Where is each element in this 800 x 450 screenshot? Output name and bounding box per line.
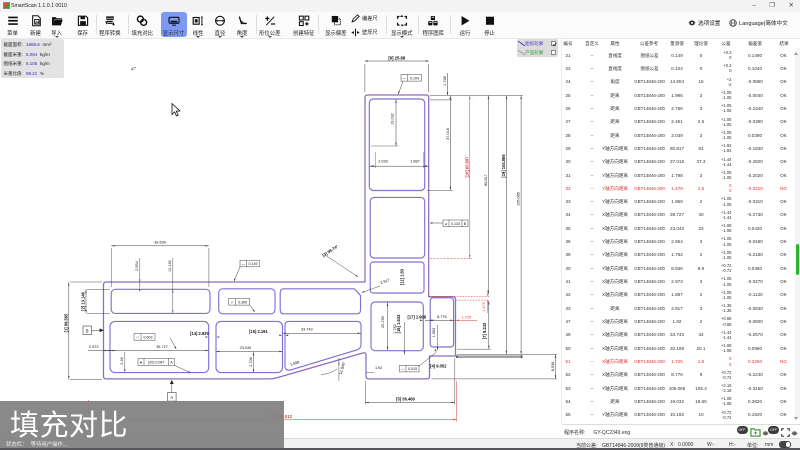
svg-text:—: — bbox=[241, 262, 245, 266]
svg-text:8.936: 8.936 bbox=[551, 362, 555, 372]
svg-text:[3] 99.74°: [3] 99.74° bbox=[321, 244, 339, 258]
svg-text:—: — bbox=[402, 76, 406, 80]
svg-text:1.598: 1.598 bbox=[290, 360, 300, 367]
svg-text:1.479: 1.479 bbox=[482, 302, 486, 312]
svg-text:0.306: 0.306 bbox=[238, 300, 247, 304]
svg-text:[4] 9.052: [4] 9.052 bbox=[430, 364, 447, 369]
svg-text:1.798: 1.798 bbox=[443, 76, 447, 86]
svg-text:[5] 36.469: [5] 36.469 bbox=[396, 396, 415, 401]
svg-text:2.039: 2.039 bbox=[378, 159, 388, 163]
svg-text:[19] 104.866: [19] 104.866 bbox=[501, 154, 506, 178]
svg-text:0.149: 0.149 bbox=[249, 262, 258, 266]
svg-text:1.963: 1.963 bbox=[432, 328, 436, 338]
svg-text:33.743: 33.743 bbox=[301, 328, 313, 332]
svg-text:2.706: 2.706 bbox=[249, 357, 253, 367]
svg-text:0.104: 0.104 bbox=[410, 76, 419, 80]
svg-text:1.887: 1.887 bbox=[410, 159, 420, 163]
svg-text:20.199: 20.199 bbox=[381, 316, 385, 328]
svg-text:80.817: 80.817 bbox=[484, 174, 488, 186]
svg-text:—: — bbox=[401, 367, 405, 371]
svg-text:[17] 1.908: [17] 1.908 bbox=[407, 314, 426, 319]
svg-text:14.906°: 14.906° bbox=[339, 361, 346, 375]
svg-text:[15] 2.191: [15] 2.191 bbox=[249, 329, 268, 334]
svg-text:1.782: 1.782 bbox=[393, 324, 397, 334]
svg-text:1.725: 1.725 bbox=[462, 315, 472, 319]
svg-text:105.085: 105.085 bbox=[517, 192, 521, 206]
svg-text:8.776: 8.776 bbox=[437, 315, 447, 319]
svg-text:19.032: 19.032 bbox=[391, 113, 395, 125]
svg-text:[18] 65.697: [18] 65.697 bbox=[464, 156, 469, 178]
svg-text:0.015: 0.015 bbox=[408, 367, 417, 371]
svg-text:2.917: 2.917 bbox=[380, 278, 390, 285]
svg-text:[7] 9.243: [7] 9.243 bbox=[482, 322, 487, 339]
svg-text:37.018: 37.018 bbox=[446, 128, 450, 140]
svg-text:0.133: 0.133 bbox=[451, 222, 460, 226]
svg-text:1.92: 1.92 bbox=[375, 366, 382, 370]
svg-text:23.040: 23.040 bbox=[240, 346, 252, 350]
svg-text:[11] 1.83: [11] 1.83 bbox=[400, 268, 405, 285]
svg-text:[9] 25.88: [9] 25.88 bbox=[388, 56, 405, 61]
